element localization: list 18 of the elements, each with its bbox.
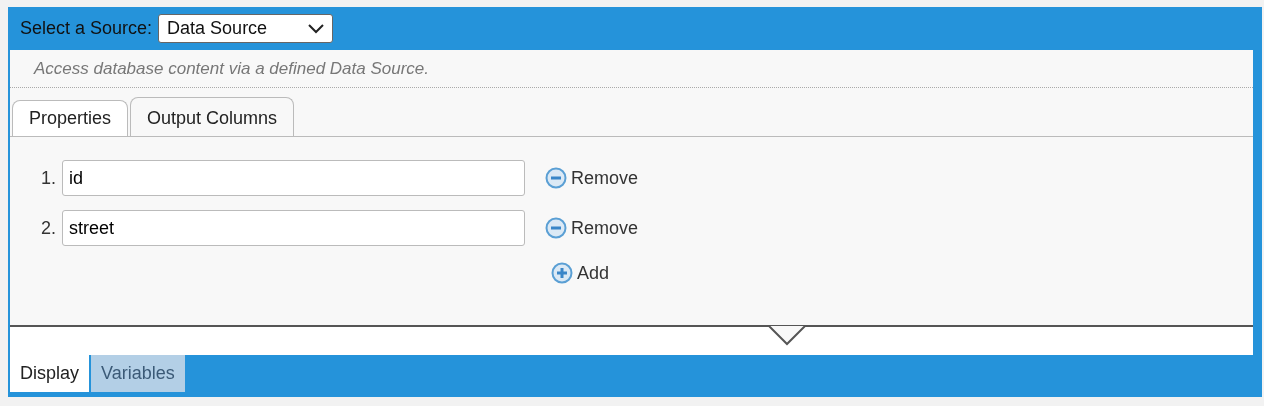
column-name-field[interactable]: id <box>62 160 525 196</box>
description-text: Access database content via a defined Data Source. <box>10 50 1253 88</box>
minus-circle-icon <box>545 217 567 239</box>
chevron-down-icon <box>308 23 325 34</box>
column-name-field[interactable]: street <box>62 210 525 246</box>
source-label: Select a Source: <box>20 17 153 40</box>
minus-circle-icon <box>545 167 567 189</box>
plus-circle-icon <box>551 262 573 284</box>
tab[interactable]: Output Columns <box>130 97 295 136</box>
remove-button[interactable]: Remove <box>545 214 639 242</box>
row-number: 2. <box>40 216 56 240</box>
tab[interactable]: Display <box>10 355 90 392</box>
remove-button[interactable]: Remove <box>545 164 639 192</box>
source-dropdown[interactable]: Data Source <box>158 14 334 43</box>
tab[interactable]: Properties <box>12 100 129 136</box>
row-number: 1. <box>40 166 56 190</box>
tab[interactable]: Variables <box>91 355 185 392</box>
add-button[interactable]: Add <box>551 259 610 287</box>
